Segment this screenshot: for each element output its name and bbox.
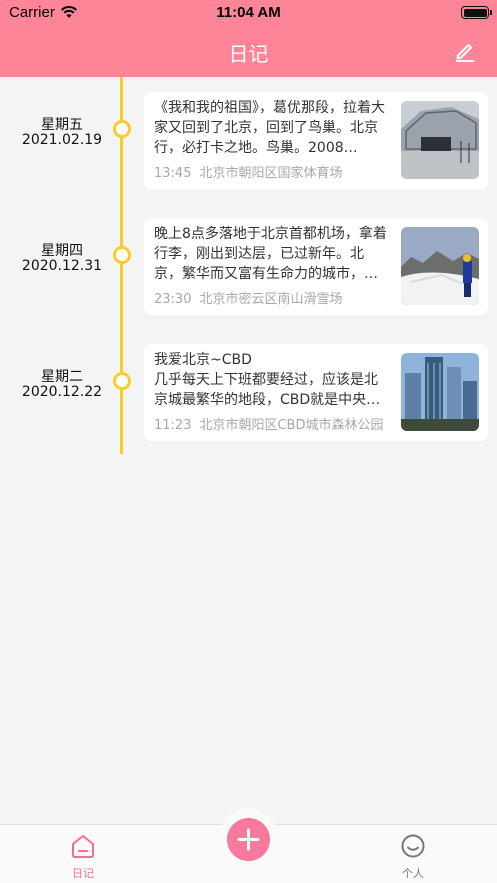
entry-date: 2020.12.22 — [21, 384, 103, 400]
entry-text: 晚上8点多落地于北京首都机场，拿着行李，刚出到达层，已过新年。北京，繁华而又富有… — [154, 226, 387, 282]
entry-weekday: 星期五 — [41, 117, 83, 133]
diary-entry[interactable]: 星期五 2021.02.19 《我和我的祖国》，葛优那段，拉着大家又回到了北京，… — [0, 92, 497, 190]
entry-photo[interactable] — [401, 227, 479, 305]
entry-location: 北京市朝阳区CBD城市森林公园 — [199, 418, 384, 433]
battery-icon — [461, 6, 492, 19]
edit-icon[interactable] — [453, 39, 477, 63]
tab-diary-label: 日记 — [72, 867, 94, 880]
entry-location: 北京市朝阳区国家体育场 — [199, 166, 343, 181]
entry-weekday: 星期四 — [41, 243, 83, 259]
status-bar: Carrier 11:04 AM — [0, 0, 497, 26]
entry-date: 2020.12.31 — [21, 258, 103, 274]
entry-photo[interactable] — [401, 353, 479, 431]
home-icon — [72, 835, 94, 858]
diary-entry[interactable]: 星期二 2020.12.22 我爱北京~CBD 几乎每天上下班都要经过，应该是北… — [0, 344, 497, 442]
tab-diary[interactable]: 日记 — [43, 833, 123, 881]
entry-card[interactable]: 《我和我的祖国》，葛优那段，拉着大家又回到了北京，回到了鸟巢。北京行，必打卡之地… — [144, 92, 488, 189]
entry-time: 23:30 — [154, 292, 192, 307]
timeline-dot — [113, 246, 131, 264]
timeline-dot — [113, 372, 131, 390]
entry-meta: 23:30 北京市密云区南山滑雪场 — [154, 288, 342, 307]
entry-time: 13:45 — [154, 166, 192, 181]
add-entry-button[interactable] — [227, 818, 270, 861]
entry-meta: 13:45 北京市朝阳区国家体育场 — [154, 162, 342, 181]
entry-meta: 11:23 北京市朝阳区CBD城市森林公园 — [154, 414, 383, 433]
entry-card[interactable]: 我爱北京~CBD 几乎每天上下班都要经过，应该是北京城最繁华的地段，CBD就是中… — [144, 344, 488, 441]
entry-location: 北京市密云区南山滑雪场 — [199, 292, 343, 307]
header-bar: Carrier 11:04 AM 日记 — [0, 0, 497, 77]
tab-me-label: 个人 — [402, 867, 424, 880]
tab-me[interactable]: 个人 — [373, 833, 453, 881]
diary-entry[interactable]: 星期四 2020.12.31 晚上8点多落地于北京首都机场，拿着行李，刚出到达层… — [0, 218, 497, 316]
status-time: 11:04 AM — [216, 4, 281, 21]
page-title: 日记 — [228, 42, 269, 66]
smiley-icon — [401, 834, 425, 858]
entry-card[interactable]: 晚上8点多落地于北京首都机场，拿着行李，刚出到达层，已过新年。北京，繁华而又富有… — [144, 218, 488, 315]
entry-time: 11:23 — [154, 418, 192, 433]
entry-text: 《我和我的祖国》，葛优那段，拉着大家又回到了北京，回到了鸟巢。北京行，必打卡之地… — [154, 100, 385, 156]
timeline-dot — [113, 120, 131, 138]
entry-date: 2021.02.19 — [21, 132, 103, 148]
entry-weekday: 星期二 — [41, 369, 83, 385]
entry-photo[interactable] — [401, 101, 479, 179]
entry-text: 我爱北京~CBD 几乎每天上下班都要经过，应该是北京城最繁华的地段，CBD就是中… — [154, 352, 381, 408]
